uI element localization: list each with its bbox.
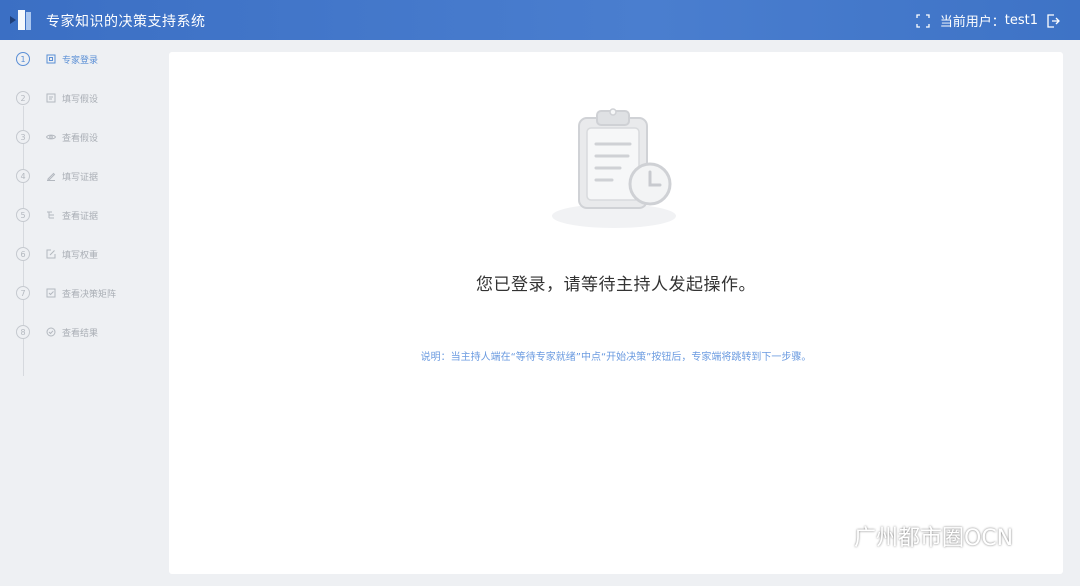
steps-sidebar: 1 专家登录 2 填写假设 3 查看假设 4 填写证据 5 查看证据 6 填写权… bbox=[0, 40, 160, 586]
step-label: 查看假设 bbox=[62, 133, 99, 144]
step-label: 专家登录 bbox=[62, 55, 99, 66]
step-5-view-evidence[interactable]: 5 查看证据 bbox=[16, 207, 98, 223]
step-number: 5 bbox=[16, 208, 30, 222]
edit-icon bbox=[46, 249, 56, 259]
current-user-label: 当前用户： bbox=[939, 15, 1005, 30]
watermark-text: 广州都市圈OCN bbox=[854, 526, 1014, 551]
step-number: 7 bbox=[16, 286, 30, 300]
waiting-clipboard-icon bbox=[552, 108, 676, 228]
step-number: 3 bbox=[16, 130, 30, 144]
step-label: 填写假设 bbox=[62, 94, 99, 105]
list-icon bbox=[47, 211, 54, 219]
form-icon bbox=[46, 93, 56, 103]
step-1-expert-login[interactable]: 1 专家登录 bbox=[16, 51, 98, 67]
fullscreen-icon[interactable] bbox=[916, 13, 930, 28]
step-label: 查看证据 bbox=[62, 211, 99, 222]
main-content-card: 您已登录，请等待主持人发起操作。 说明：当主持人端在“等待专家就绪”中点“开始决… bbox=[169, 52, 1063, 574]
current-user-name: test1 bbox=[1004, 13, 1038, 28]
eye-icon bbox=[46, 134, 56, 140]
step-number: 6 bbox=[16, 247, 30, 261]
login-status-message: 您已登录，请等待主持人发起操作。 bbox=[476, 275, 756, 295]
wechat-icon bbox=[805, 523, 845, 549]
logout-icon[interactable] bbox=[1046, 13, 1060, 28]
step-8-view-results[interactable]: 8 查看结果 bbox=[16, 324, 98, 340]
step-7-view-decision-matrix[interactable]: 7 查看决策矩阵 bbox=[16, 285, 116, 301]
step-label: 填写证据 bbox=[62, 172, 99, 183]
step-number: 4 bbox=[16, 169, 30, 183]
step-label: 查看结果 bbox=[62, 328, 99, 339]
step-label: 查看决策矩阵 bbox=[62, 289, 117, 300]
step-number: 1 bbox=[16, 52, 30, 66]
pen-icon bbox=[47, 172, 56, 181]
step-label: 填写权重 bbox=[62, 250, 99, 261]
step-2-fill-hypothesis[interactable]: 2 填写假设 bbox=[16, 90, 98, 106]
step-3-view-hypothesis[interactable]: 3 查看假设 bbox=[16, 129, 98, 145]
matrix-icon bbox=[46, 288, 56, 298]
top-right-controls: 当前用户： test1 bbox=[908, 11, 1068, 30]
login-icon bbox=[46, 54, 56, 64]
top-bar: 专家知识的决策支持系统 当前用户： test1 bbox=[0, 0, 1080, 40]
instruction-note: 说明：当主持人端在“等待专家就绪”中点“开始决策”按钮后，专家端将跳转到下一步骤… bbox=[420, 352, 812, 363]
step-4-fill-evidence[interactable]: 4 填写证据 bbox=[16, 168, 98, 184]
watermark: 广州都市圈OCN bbox=[804, 520, 1013, 552]
app-title: 专家知识的决策支持系统 bbox=[46, 14, 206, 30]
step-number: 2 bbox=[16, 91, 30, 105]
app-logo-icon bbox=[10, 10, 31, 30]
step-number: 8 bbox=[16, 325, 30, 339]
step-6-fill-weights[interactable]: 6 填写权重 bbox=[16, 246, 98, 262]
check-circle-icon bbox=[46, 327, 56, 337]
